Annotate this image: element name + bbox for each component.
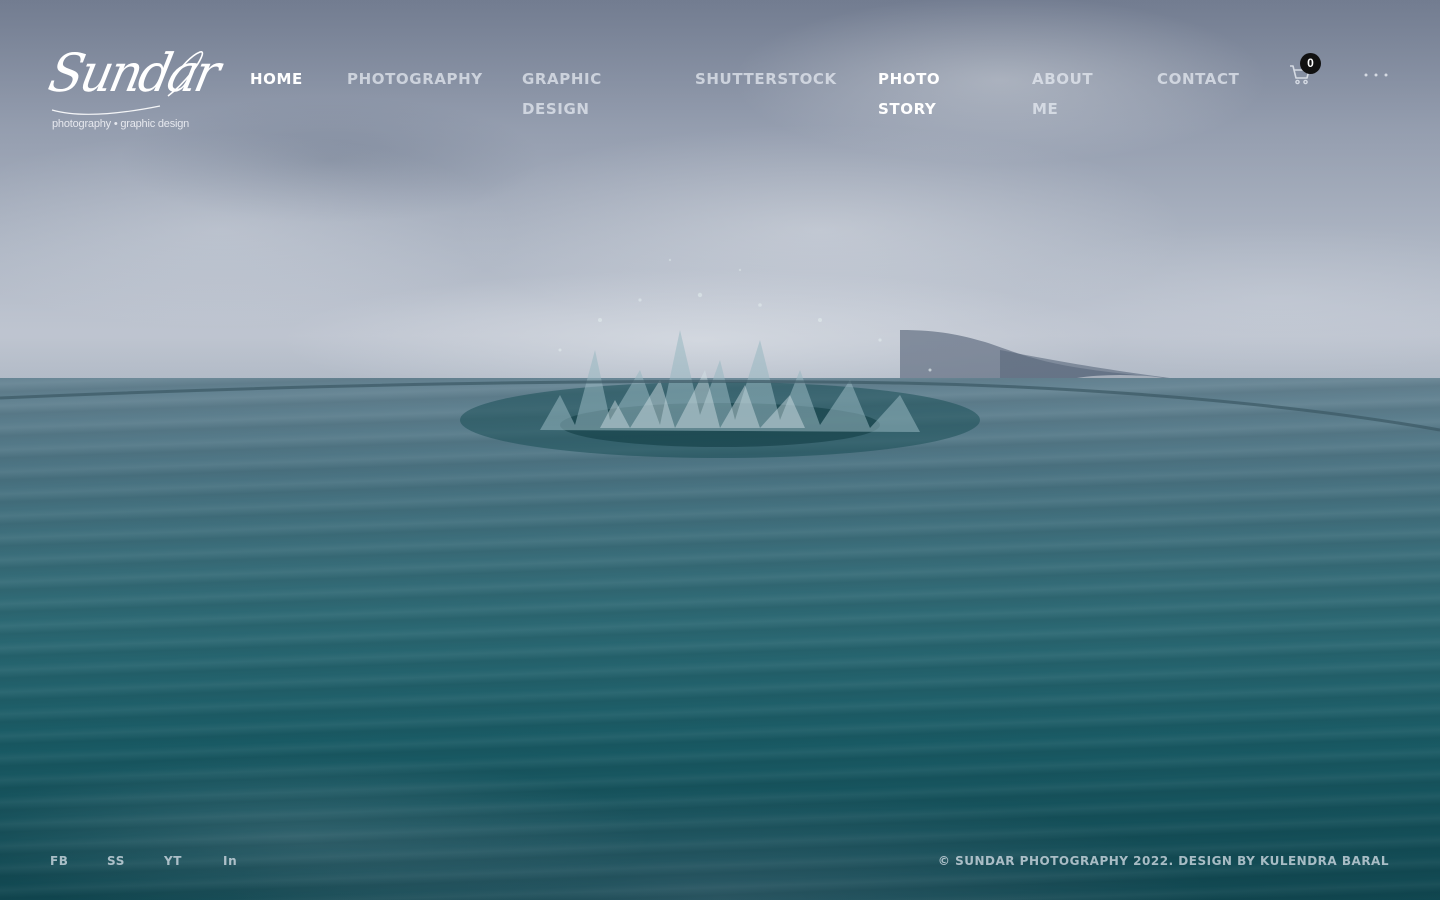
nav-item-photo-story[interactable]: PHOTO STORY: [878, 64, 968, 124]
nav-item-contact[interactable]: CONTACT: [1157, 64, 1239, 94]
nav-item-photography[interactable]: PHOTOGRAPHY: [347, 64, 483, 94]
nav-item-about-me[interactable]: ABOUT ME: [1032, 64, 1112, 124]
more-dots-icon[interactable]: [1362, 64, 1390, 86]
nav-item-home[interactable]: HOME: [250, 64, 303, 94]
cart-count-badge: 0: [1300, 53, 1321, 74]
dots-glyph: [1364, 73, 1388, 77]
social-link-in[interactable]: In: [223, 854, 237, 868]
social-link-fb[interactable]: FB: [50, 854, 69, 868]
main-navigation: HOME PHOTOGRAPHY GRAPHIC DESIGN SHUTTERS…: [0, 0, 1440, 140]
social-link-ss[interactable]: SS: [107, 854, 125, 868]
social-link-yt[interactable]: YT: [164, 854, 182, 868]
nav-item-shutterstock[interactable]: SHUTTERSTOCK: [695, 64, 837, 94]
nav-item-graphic-design[interactable]: GRAPHIC DESIGN: [522, 64, 632, 124]
copyright-text: © SUNDAR PHOTOGRAPHY 2022. DESIGN BY KUL…: [937, 854, 1389, 868]
